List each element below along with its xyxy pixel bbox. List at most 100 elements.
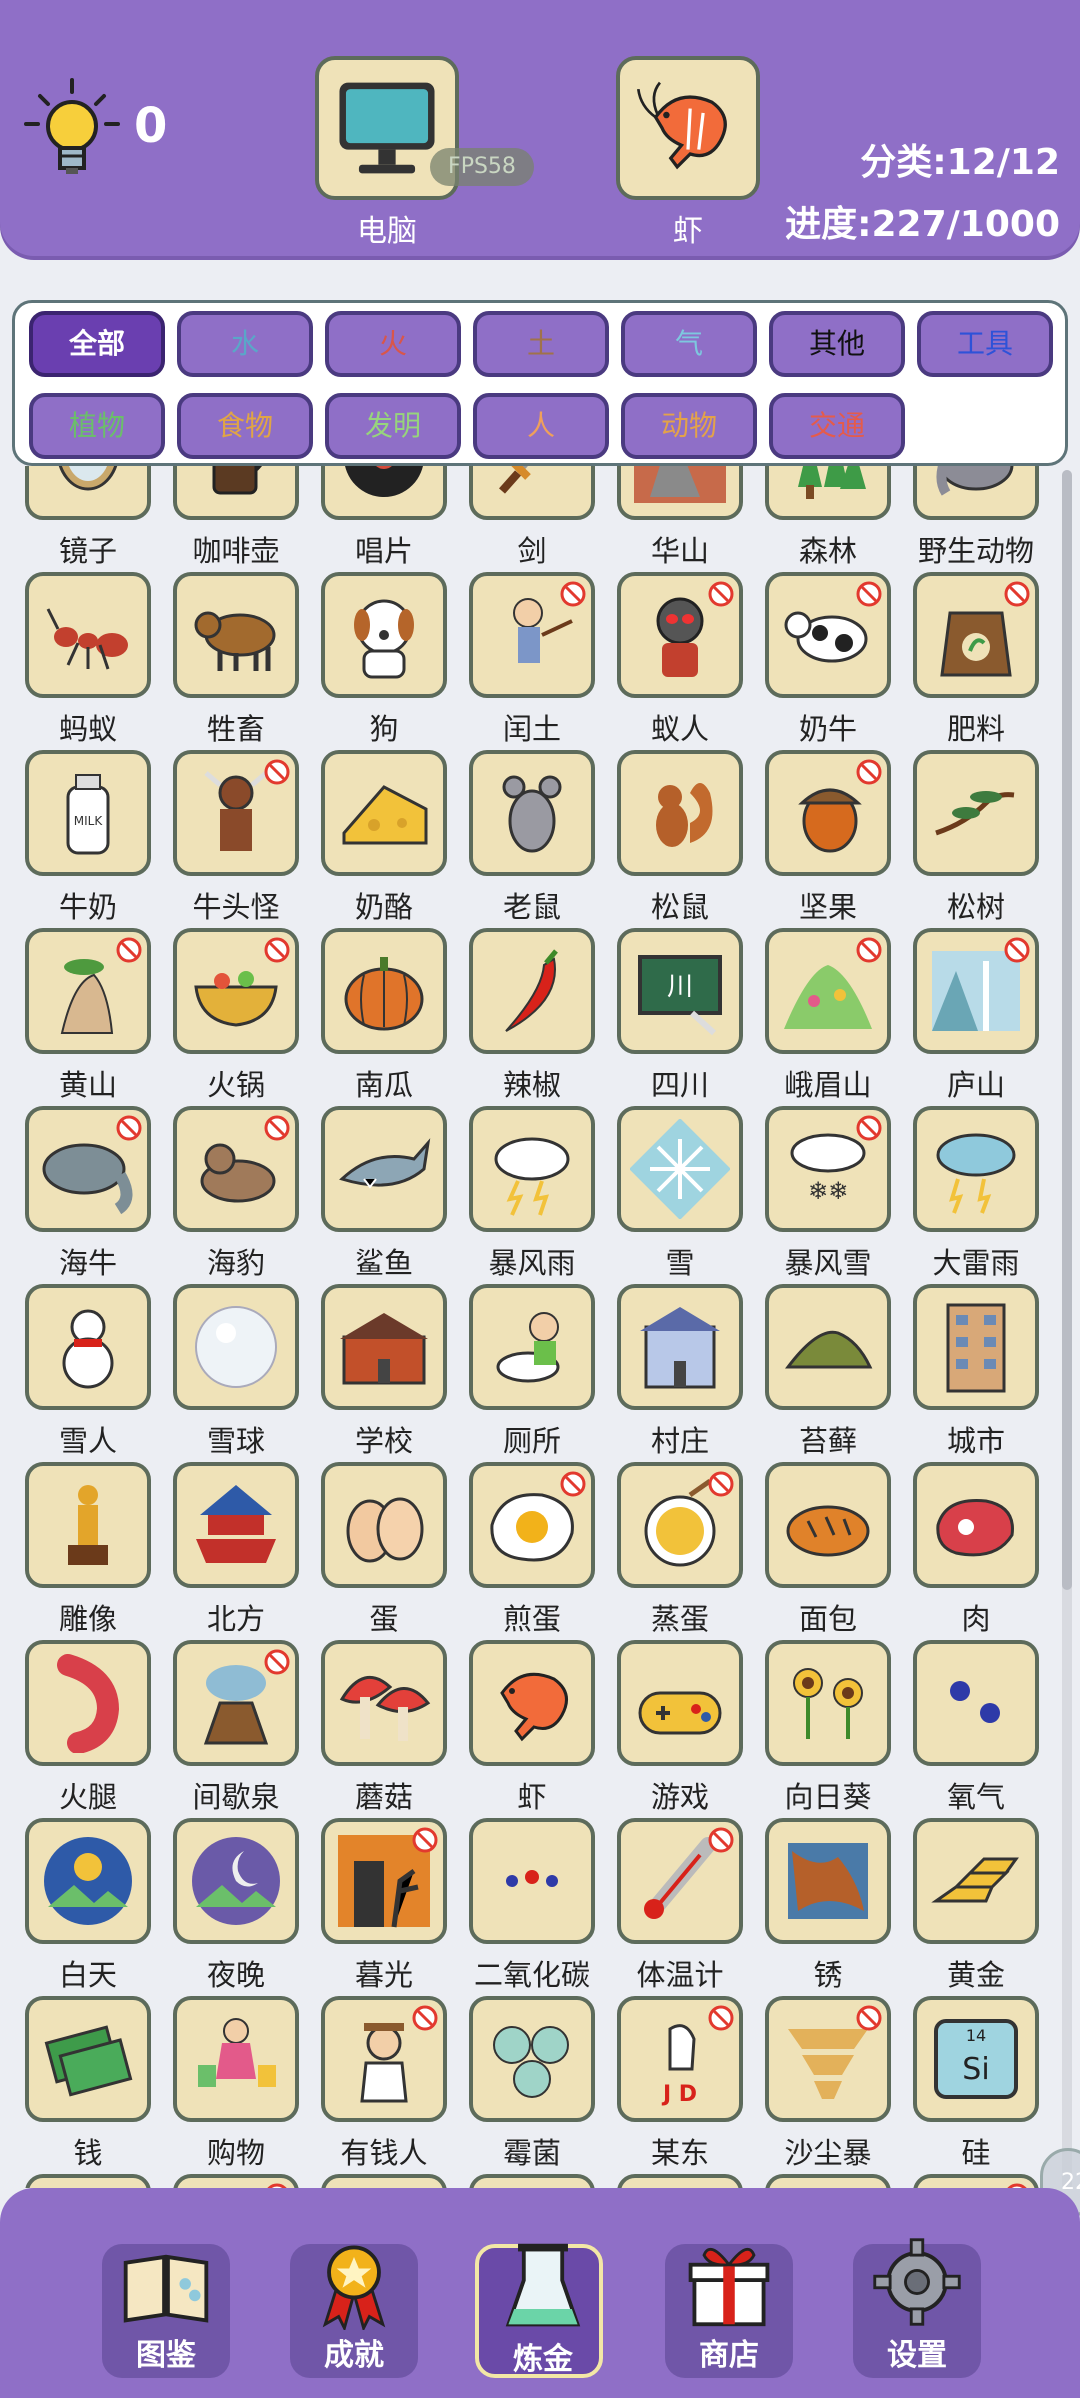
item-cell[interactable]: 霉菌 <box>469 1996 617 2174</box>
item-tile[interactable] <box>617 572 743 698</box>
category-8[interactable]: 食物 <box>177 393 313 459</box>
item-cell[interactable]: 二氧化碳 <box>469 1818 617 1996</box>
item-cell[interactable]: 蚂蚁 <box>25 572 173 750</box>
category-4[interactable]: 气 <box>621 311 757 377</box>
item-tile[interactable] <box>765 2174 891 2188</box>
item-tile[interactable] <box>321 1106 447 1232</box>
item-tile[interactable]: 14 Si <box>913 1996 1039 2122</box>
item-tile[interactable] <box>617 750 743 876</box>
item-cell[interactable] <box>25 2174 173 2188</box>
item-cell[interactable]: 间歇泉 <box>173 1640 321 1818</box>
item-cell[interactable] <box>469 2174 617 2188</box>
item-tile[interactable] <box>173 928 299 1054</box>
item-tile[interactable]: MILK <box>25 750 151 876</box>
item-cell[interactable]: 狗 <box>321 572 469 750</box>
item-cell[interactable] <box>321 2174 469 2188</box>
item-cell[interactable]: 蚁人 <box>617 572 765 750</box>
item-cell[interactable]: 村庄 <box>617 1284 765 1462</box>
item-tile[interactable] <box>469 1640 595 1766</box>
combine-slot-right[interactable] <box>616 56 760 200</box>
item-tile[interactable] <box>25 1640 151 1766</box>
item-tile[interactable] <box>469 2174 595 2188</box>
category-all[interactable]: 全部 <box>29 311 165 377</box>
item-tile[interactable] <box>25 1462 151 1588</box>
item-cell[interactable]: 锈 <box>765 1818 913 1996</box>
item-tile[interactable] <box>25 2174 151 2188</box>
scrollbar-thumb[interactable] <box>1062 470 1072 1590</box>
item-tile[interactable] <box>321 572 447 698</box>
item-tile[interactable] <box>765 750 891 876</box>
item-cell[interactable]: 夜晚 <box>173 1818 321 1996</box>
item-tile[interactable] <box>765 1462 891 1588</box>
item-cell[interactable]: ❄❄ 暴风雪 <box>765 1106 913 1284</box>
item-cell[interactable] <box>765 2174 913 2188</box>
item-tile[interactable] <box>321 1640 447 1766</box>
item-cell[interactable]: 剑 <box>469 466 617 572</box>
item-cell[interactable]: 海豹 <box>173 1106 321 1284</box>
item-tile[interactable] <box>25 1284 151 1410</box>
item-tile[interactable] <box>913 2174 1039 2188</box>
item-tile[interactable] <box>173 1106 299 1232</box>
category-9[interactable]: 发明 <box>325 393 461 459</box>
item-tile[interactable]: 川 <box>617 928 743 1054</box>
item-tile[interactable] <box>913 1462 1039 1588</box>
item-cell[interactable]: 森林 <box>765 466 913 572</box>
item-tile[interactable] <box>321 2174 447 2188</box>
category-5[interactable]: 其他 <box>769 311 905 377</box>
item-cell[interactable]: 北方 <box>173 1462 321 1640</box>
item-cell[interactable]: 厕所 <box>469 1284 617 1462</box>
item-tile[interactable] <box>765 1818 891 1944</box>
nav-gift[interactable]: 商店 <box>665 2244 793 2378</box>
item-cell[interactable]: 游戏 <box>617 1640 765 1818</box>
item-tile[interactable] <box>617 1106 743 1232</box>
item-cell[interactable]: 峨眉山 <box>765 928 913 1106</box>
item-cell[interactable]: 火锅 <box>173 928 321 1106</box>
item-tile[interactable] <box>765 1996 891 2122</box>
item-cell[interactable] <box>173 2174 321 2188</box>
item-tile[interactable] <box>173 1284 299 1410</box>
item-tile[interactable] <box>617 1462 743 1588</box>
item-tile[interactable] <box>913 572 1039 698</box>
item-cell[interactable]: 辣椒 <box>469 928 617 1106</box>
item-cell[interactable]: 唱片 <box>321 466 469 572</box>
category-7[interactable]: 植物 <box>29 393 165 459</box>
item-tile[interactable] <box>173 1818 299 1944</box>
item-tile[interactable]: ❄❄ <box>765 1106 891 1232</box>
item-tile[interactable] <box>173 2174 299 2188</box>
item-tile[interactable] <box>321 1818 447 1944</box>
category-1[interactable]: 水 <box>177 311 313 377</box>
item-cell[interactable]: 14 Si 硅 <box>913 1996 1061 2174</box>
item-tile[interactable] <box>913 1640 1039 1766</box>
nav-book[interactable]: 图鉴 <box>102 2244 230 2378</box>
item-tile[interactable] <box>173 1996 299 2122</box>
item-tile[interactable] <box>321 466 447 520</box>
item-tile[interactable] <box>617 2174 743 2188</box>
item-tile[interactable] <box>913 750 1039 876</box>
item-tile[interactable] <box>765 466 891 520</box>
item-cell[interactable]: 蒸蛋 <box>617 1462 765 1640</box>
item-tile[interactable] <box>913 1284 1039 1410</box>
category-6[interactable]: 工具 <box>917 311 1053 377</box>
item-cell[interactable]: 雪人 <box>25 1284 173 1462</box>
item-tile[interactable] <box>469 928 595 1054</box>
item-tile[interactable] <box>469 1818 595 1944</box>
item-cell[interactable]: 奶酪 <box>321 750 469 928</box>
item-tile[interactable] <box>913 1818 1039 1944</box>
item-cell[interactable]: 南瓜 <box>321 928 469 1106</box>
category-11[interactable]: 动物 <box>621 393 757 459</box>
item-cell[interactable] <box>617 2174 765 2188</box>
item-tile[interactable] <box>173 1462 299 1588</box>
item-tile[interactable] <box>617 1284 743 1410</box>
category-2[interactable]: 火 <box>325 311 461 377</box>
category-10[interactable]: 人 <box>473 393 609 459</box>
item-tile[interactable] <box>469 1996 595 2122</box>
nav-gear[interactable]: 设置 <box>853 2238 981 2378</box>
item-cell[interactable]: 暮光 <box>321 1818 469 1996</box>
item-tile[interactable] <box>173 572 299 698</box>
item-cell[interactable]: 氧气 <box>913 1640 1061 1818</box>
item-cell[interactable]: J D 某东 <box>617 1996 765 2174</box>
item-tile[interactable] <box>469 1106 595 1232</box>
item-tile[interactable] <box>321 750 447 876</box>
item-cell[interactable]: MILK 牛奶 <box>25 750 173 928</box>
item-cell[interactable]: 牛头怪 <box>173 750 321 928</box>
